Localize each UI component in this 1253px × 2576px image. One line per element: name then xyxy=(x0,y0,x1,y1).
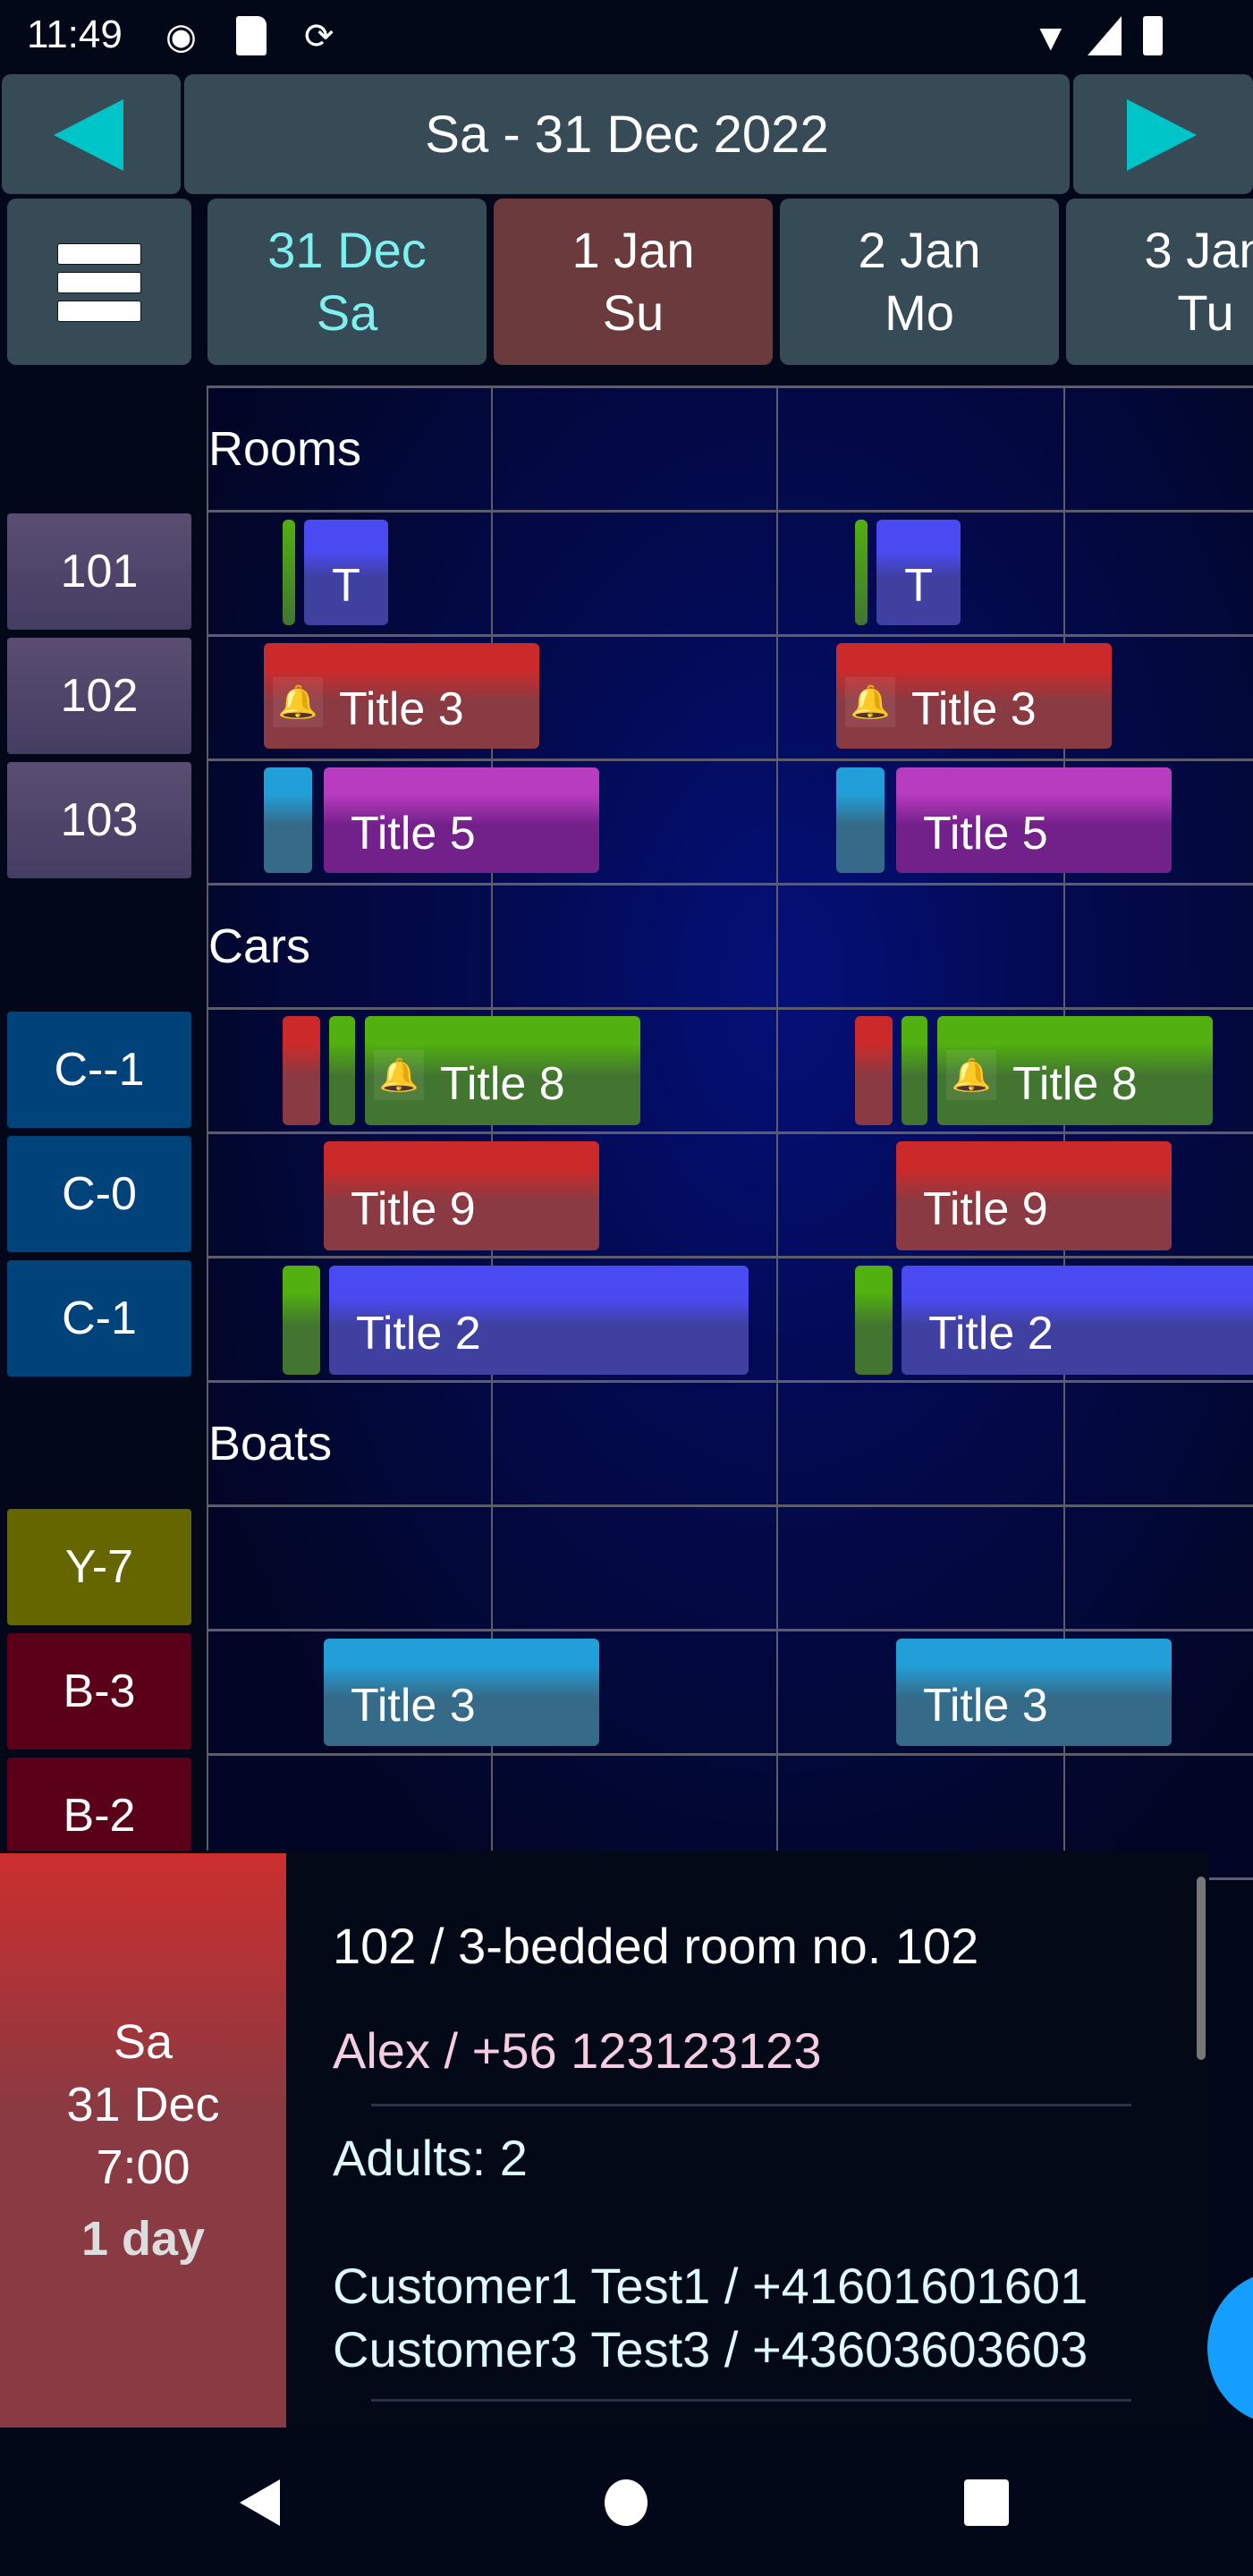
hamburger-icon xyxy=(57,272,141,293)
day-date: 2 Jan xyxy=(858,222,981,278)
signal-icon xyxy=(1088,16,1122,55)
resource-label[interactable]: 102 xyxy=(7,638,191,754)
status-time: 11:49 xyxy=(27,13,123,56)
grid-line xyxy=(207,758,1253,761)
grid-line xyxy=(207,386,1253,388)
grid-line xyxy=(207,1256,1253,1258)
resource-label[interactable]: 101 xyxy=(7,513,191,630)
grid-line xyxy=(207,1007,1253,1010)
previous-day-button[interactable] xyxy=(2,74,181,194)
grid-line xyxy=(207,1629,1253,1631)
status-marker xyxy=(283,1016,320,1125)
resource-label[interactable]: C-0 xyxy=(7,1136,191,1252)
booking-event[interactable]: 🔔 Title 8 xyxy=(365,1016,640,1125)
detail-time: 7:00 xyxy=(96,2140,190,2194)
grid-line xyxy=(207,510,1253,513)
date-title: Sa - 31 Dec 2022 xyxy=(425,105,829,164)
status-marker xyxy=(283,1266,320,1375)
booking-event[interactable]: 🔔 Title 3 xyxy=(836,643,1112,749)
status-marker xyxy=(264,767,312,873)
detail-date-block[interactable]: Sa 31 Dec 7:00 1 day xyxy=(0,1853,286,2428)
status-marker xyxy=(283,520,295,625)
grid-line xyxy=(207,883,1253,886)
status-marker xyxy=(855,520,868,625)
resource-label[interactable]: C--1 xyxy=(7,1012,191,1128)
hamburger-icon xyxy=(57,301,141,322)
detail-weekday: Sa xyxy=(113,2015,174,2069)
sd-card-icon xyxy=(236,16,267,55)
bell-icon: 🔔 xyxy=(374,1050,424,1100)
status-marker xyxy=(902,1016,927,1125)
resource-label[interactable]: B-3 xyxy=(7,1633,191,1750)
group-label-boats: Boats xyxy=(208,1417,333,1470)
booking-event[interactable]: Title 3 xyxy=(324,1639,599,1746)
menu-button[interactable] xyxy=(7,199,191,365)
divider xyxy=(371,2104,1131,2106)
day-header-3[interactable]: 3 Jan Tu xyxy=(1066,199,1253,365)
day-header-1[interactable]: 1 Jan Su xyxy=(494,199,773,365)
detail-duration: 1 day xyxy=(80,2212,206,2266)
status-marker xyxy=(855,1266,893,1375)
day-date: 1 Jan xyxy=(571,222,695,278)
booking-event[interactable]: Title 5 xyxy=(324,767,599,873)
chevron-left-icon xyxy=(54,99,123,171)
bell-icon: 🔔 xyxy=(946,1050,996,1100)
booking-event[interactable]: Title 2 xyxy=(329,1266,749,1375)
grid-line xyxy=(207,1753,1253,1756)
hamburger-icon xyxy=(57,243,141,265)
booking-event[interactable]: T xyxy=(304,520,388,625)
bell-icon: 🔔 xyxy=(273,677,323,727)
resource-label[interactable]: 103 xyxy=(7,762,191,878)
chevron-right-icon xyxy=(1127,99,1197,171)
day-header-0[interactable]: 31 Dec Sa xyxy=(207,199,487,365)
booking-event[interactable]: Title 2 xyxy=(902,1266,1253,1375)
status-marker xyxy=(329,1016,355,1125)
grid-line xyxy=(207,1131,1253,1134)
battery-icon xyxy=(1143,16,1163,55)
home-icon[interactable] xyxy=(605,2479,648,2526)
day-header-2[interactable]: 2 Jan Mo xyxy=(780,199,1059,365)
booking-event[interactable]: 🔔 Title 8 xyxy=(937,1016,1213,1125)
detail-customer: Customer3 Test3 / +43603603603 xyxy=(333,2321,1088,2377)
detail-adults: Adults: 2 xyxy=(333,2130,528,2186)
grid-line xyxy=(207,1504,1253,1507)
status-marker xyxy=(836,767,885,873)
day-date: 3 Jan xyxy=(1144,222,1253,278)
day-weekday: Sa xyxy=(316,284,378,341)
grid-line xyxy=(207,1380,1253,1383)
schedule-grid[interactable]: Rooms Cars Boats T T 🔔 Title 3 🔔 Title 3… xyxy=(207,386,1253,1880)
detail-scrollbar[interactable] xyxy=(1197,1877,1206,2060)
day-weekday: Mo xyxy=(885,284,954,341)
resource-label[interactable]: C-1 xyxy=(7,1260,191,1377)
group-label-rooms: Rooms xyxy=(208,422,362,476)
day-date: 31 Dec xyxy=(267,222,427,278)
date-title-button[interactable]: Sa - 31 Dec 2022 xyxy=(184,74,1070,194)
detail-resource: 102 / 3-bedded room no. 102 xyxy=(333,1918,979,1974)
booking-event[interactable]: Title 9 xyxy=(896,1141,1172,1250)
status-marker xyxy=(855,1016,893,1125)
booking-event[interactable]: T xyxy=(876,520,961,625)
floating-action-button[interactable] xyxy=(1207,2272,1253,2424)
booking-event[interactable]: Title 9 xyxy=(324,1141,599,1250)
day-weekday: Tu xyxy=(1177,284,1234,341)
grid-line xyxy=(207,634,1253,637)
back-icon[interactable] xyxy=(240,2479,280,2526)
sync-icon: ⟳ xyxy=(304,17,334,56)
media-icon: ◉ xyxy=(165,17,197,56)
day-weekday: Su xyxy=(602,284,665,341)
wifi-icon: ▼ xyxy=(1032,16,1070,58)
detail-date: 31 Dec xyxy=(66,2078,220,2131)
booking-event[interactable]: Title 3 xyxy=(896,1639,1172,1746)
status-bar: 11:49 ◉ ⟳ ▼ xyxy=(0,0,1253,72)
next-day-button[interactable] xyxy=(1073,74,1253,194)
booking-event[interactable]: Title 5 xyxy=(896,767,1172,873)
detail-customer: Customer1 Test1 / +41601601601 xyxy=(333,2258,1088,2314)
divider xyxy=(371,2399,1131,2402)
detail-contact[interactable]: Alex / +56 123123123 xyxy=(333,2021,821,2080)
recents-icon[interactable] xyxy=(964,2479,1009,2526)
booking-event[interactable]: 🔔 Title 3 xyxy=(264,643,539,749)
bell-icon: 🔔 xyxy=(845,677,895,727)
resource-label[interactable]: Y-7 xyxy=(7,1509,191,1625)
group-label-cars: Cars xyxy=(208,919,311,973)
